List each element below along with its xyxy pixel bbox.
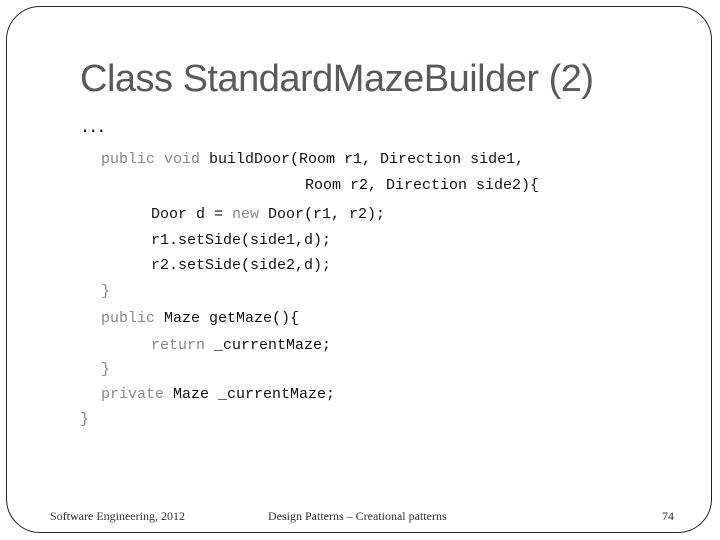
code-line: public void buildDoor(Room r1, Direction… [101,151,524,169]
code-text: Room r2, Direction side2){ [305,177,540,194]
code-line: public Maze getMaze(){ [101,310,299,328]
code-text: } [80,411,90,428]
page-number: 74 [662,509,674,523]
code-text: r2.setSide(side2,d); [151,257,332,274]
footer-topic: Design Patterns – Creational patterns [268,509,447,523]
slide-title: Class StandardMazeBuilder (2) [80,58,594,100]
code-keyword: private [101,386,174,403]
code-text: Door d = [151,206,233,223]
code-text: Maze _currentMaze; [173,386,336,403]
code-keyword: public [101,310,165,327]
code-line: } [80,411,89,429]
code-line: private Maze _currentMaze; [101,386,335,404]
code-text: Door(r1, r2); [268,206,386,223]
code-text: } [101,361,111,378]
code-text: buildDoor(Room r1, Direction side1, [209,151,525,168]
code-keyword: return [151,337,215,354]
code-text: _currentMaze; [214,337,332,354]
code-keyword: new [232,206,269,223]
code-line: r2.setSide(side2,d); [151,257,331,275]
code-keyword: public void [101,151,210,168]
code-line: r1.setSide(side1,d); [151,232,331,250]
code-text: r1.setSide(side1,d); [151,232,332,249]
code-line: } [101,283,110,301]
code-text: } [101,283,111,300]
ellipsis: ... [82,112,107,137]
code-text: Maze getMaze(){ [164,310,300,327]
code-line: Door d = new Door(r1, r2); [151,206,385,224]
footer-course: Software Engineering, 2012 [50,509,185,523]
code-line: } [101,361,110,379]
code-line: Room r2, Direction side2){ [305,177,539,195]
code-line: return _currentMaze; [151,337,331,355]
